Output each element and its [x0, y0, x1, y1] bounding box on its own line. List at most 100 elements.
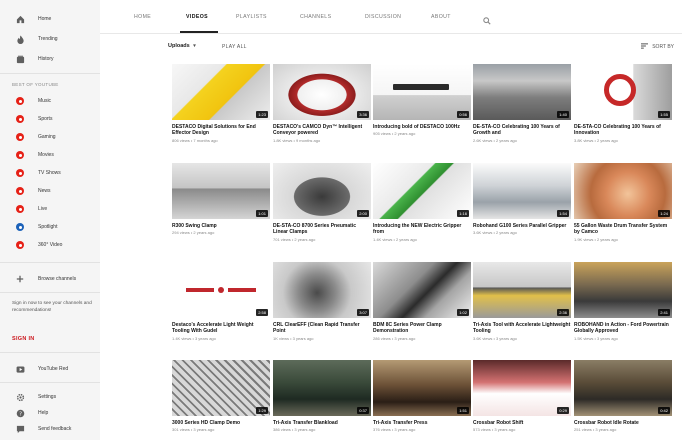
video-title[interactable]: Crossbar Robot Idle Rotate — [574, 420, 672, 426]
sidebar-item-music[interactable]: Music — [0, 94, 100, 108]
video-card[interactable]: 2:00 DE-STA-CO 8700 Series Pneumatic Line… — [273, 163, 371, 242]
video-title[interactable]: ROBOHAND in Action - Ford Powertrain Glo… — [574, 322, 672, 335]
tab-channels[interactable]: CHANNELS — [300, 14, 331, 20]
video-card[interactable]: 0:42 Crossbar Robot Idle Rotate 251 views … — [574, 360, 672, 432]
video-title[interactable]: Introducing the NEW Electric Gripper fro… — [373, 223, 471, 236]
video-card[interactable]: 2:36 Tri-Axis Tool with Accelerate Lightw… — [473, 262, 571, 341]
sidebar-item-youtube-red[interactable]: YouTube Red — [0, 362, 100, 376]
video-thumbnail[interactable]: 0:29 — [473, 360, 571, 416]
sidebar-item-trending[interactable]: Trending — [0, 32, 100, 46]
video-thumbnail[interactable]: 1:01 — [172, 163, 270, 219]
video-card[interactable]: 0:56 Introducing bold of DESTACO 100Hz 905… — [373, 64, 471, 136]
video-title[interactable]: Tri-Axis Tool with Accelerate Lightweigh… — [473, 322, 571, 335]
video-title[interactable]: Destaco's Accelerate Light Weight Toolin… — [172, 322, 270, 335]
video-card[interactable]: 3:07 CRL ClearEFF (Clean Rapid Transfer P… — [273, 262, 371, 341]
video-thumbnail[interactable]: 0:42 — [574, 360, 672, 416]
svg-text:?: ? — [19, 411, 22, 417]
sidebar-item-live[interactable]: Live — [0, 202, 100, 216]
sidebar-item-tv-shows[interactable]: TV Shows — [0, 166, 100, 180]
chevron-down-icon: ▾ — [193, 43, 196, 49]
video-title[interactable]: Tri-Axis Transfer Press — [373, 420, 471, 426]
video-card[interactable]: 1:01 R300 Swing Clamp 294 views • 2 years … — [172, 163, 270, 235]
video-card[interactable]: 2:58 Destaco's Accelerate Light Weight To… — [172, 262, 270, 341]
tv-shows-icon — [16, 169, 24, 177]
video-thumbnail[interactable]: 2:41 — [574, 262, 672, 318]
video-title[interactable]: Introducing bold of DESTACO 100Hz — [373, 124, 471, 130]
sidebar-item-help[interactable]: ? Help — [0, 406, 100, 420]
video-thumbnail[interactable]: 1:24 — [574, 163, 672, 219]
video-card[interactable]: 1:24 55 Gallon Waste Drum Transfer System… — [574, 163, 672, 242]
video-title[interactable]: 55 Gallon Waste Drum Transfer System by … — [574, 223, 672, 236]
video-card[interactable]: 1:16 Introducing the NEW Electric Gripper… — [373, 163, 471, 242]
sidebar-item-360-video[interactable]: 360° Video — [0, 238, 100, 252]
gaming-icon — [16, 133, 24, 141]
video-title[interactable]: DE-STA-CO 8700 Series Pneumatic Linear C… — [273, 223, 371, 236]
sidebar-item-browse-channels[interactable]: Browse channels — [0, 272, 100, 286]
video-card[interactable]: 1:02 BDM 8C Series Power Clamp Demonstrat… — [373, 262, 471, 341]
video-title[interactable]: CRL ClearEFF (Clean Rapid Transfer Point — [273, 322, 371, 335]
video-duration: 0:29 — [557, 407, 569, 414]
video-title[interactable]: DESTACO's CAMCO Dyn™ Intelligent Conveyo… — [273, 124, 371, 137]
news-icon — [16, 187, 24, 195]
sidebar-item-label: History — [38, 56, 54, 62]
video-thumbnail[interactable]: 2:36 — [473, 262, 571, 318]
video-title[interactable]: Tri-Axis Transfer Blankload — [273, 420, 371, 426]
sidebar-item-label: News — [38, 188, 51, 194]
sort-by-button[interactable]: SORT BY — [641, 43, 674, 51]
video-thumbnail[interactable]: 1:51 — [373, 360, 471, 416]
tab-about[interactable]: ABOUT — [431, 14, 451, 20]
video-card[interactable]: 1:55 DE-STA-CO Celebrating 100 Years of I… — [574, 64, 672, 143]
video-title[interactable]: R300 Swing Clamp — [172, 223, 270, 229]
video-title[interactable]: BDM 8C Series Power Clamp Demonstration — [373, 322, 471, 335]
video-thumbnail[interactable]: 1:02 — [373, 262, 471, 318]
home-icon — [12, 14, 28, 25]
video-card[interactable]: 1:54 Robohand G100 Series Parallel Grippe… — [473, 163, 571, 235]
sidebar-item-news[interactable]: News — [0, 184, 100, 198]
video-title[interactable]: DE-STA-CO Celebrating 100 Years of Growt… — [473, 124, 571, 137]
sidebar-item-home[interactable]: Home — [0, 12, 100, 26]
video-title[interactable]: DE-STA-CO Celebrating 100 Years of Innov… — [574, 124, 672, 137]
video-title[interactable]: 3000 Series HD Clamp Demo — [172, 420, 270, 426]
video-thumbnail[interactable]: 2:00 — [273, 163, 371, 219]
sidebar-item-movies[interactable]: Movies — [0, 148, 100, 162]
video-thumbnail[interactable]: 1:23 — [172, 64, 270, 120]
sidebar-item-spotlight[interactable]: Spotlight — [0, 220, 100, 234]
video-thumbnail[interactable]: 0:37 — [273, 360, 371, 416]
sidebar-item-label: Live — [38, 206, 48, 212]
video-card[interactable]: 3:36 DESTACO's CAMCO Dyn™ Intelligent Con… — [273, 64, 371, 143]
video-thumbnail[interactable]: 3:07 — [273, 262, 371, 318]
video-card[interactable]: 1:29 3000 Series HD Clamp Demo 301 views •… — [172, 360, 270, 432]
tab-videos[interactable]: VIDEOS — [186, 14, 208, 20]
video-thumbnail[interactable]: 1:54 — [473, 163, 571, 219]
video-card[interactable]: 1:23 DESTACO Digital Solutions for End Ef… — [172, 64, 270, 143]
video-card[interactable]: 0:29 Crossbar Robot Shift 573 views • 3 ye… — [473, 360, 571, 432]
video-card[interactable]: 2:41 ROBOHAND in Action - Ford Powertrain… — [574, 262, 672, 341]
sidebar-item-gaming[interactable]: Gaming — [0, 130, 100, 144]
video-thumbnail[interactable]: 0:56 — [373, 64, 471, 120]
video-thumbnail[interactable]: 2:58 — [172, 262, 270, 318]
tab-playlists[interactable]: PLAYLISTS — [236, 14, 267, 20]
sidebar-item-sports[interactable]: Sports — [0, 112, 100, 126]
sidebar-item-settings[interactable]: Settings — [0, 390, 100, 404]
uploads-dropdown[interactable]: Uploads ▾ — [168, 43, 196, 49]
video-title[interactable]: DESTACO Digital Solutions for End Effect… — [172, 124, 270, 137]
video-card[interactable]: 1:51 Tri-Axis Transfer Press 376 views • 3… — [373, 360, 471, 432]
video-card[interactable]: 1:40 DE-STA-CO Celebrating 100 Years of G… — [473, 64, 571, 143]
sidebar-item-history[interactable]: History — [0, 52, 100, 66]
video-thumbnail[interactable]: 1:55 — [574, 64, 672, 120]
tab-home[interactable]: HOME — [134, 14, 151, 20]
video-thumbnail[interactable]: 3:36 — [273, 64, 371, 120]
tab-discussion[interactable]: DISCUSSION — [365, 14, 401, 20]
360-video-icon — [16, 241, 24, 249]
play-all-button[interactable]: PLAY ALL — [222, 44, 247, 50]
movies-icon — [16, 151, 24, 159]
video-title[interactable]: Crossbar Robot Shift — [473, 420, 571, 426]
video-thumbnail[interactable]: 1:16 — [373, 163, 471, 219]
search-icon[interactable] — [483, 12, 491, 30]
video-card[interactable]: 0:37 Tri-Axis Transfer Blankload 386 views… — [273, 360, 371, 432]
video-thumbnail[interactable]: 1:40 — [473, 64, 571, 120]
video-title[interactable]: Robohand G100 Series Parallel Gripper — [473, 223, 571, 229]
video-thumbnail[interactable]: 1:29 — [172, 360, 270, 416]
sign-in-button[interactable]: SIGN IN — [12, 336, 35, 342]
sidebar-item-send-feedback[interactable]: Send feedback — [0, 422, 100, 436]
